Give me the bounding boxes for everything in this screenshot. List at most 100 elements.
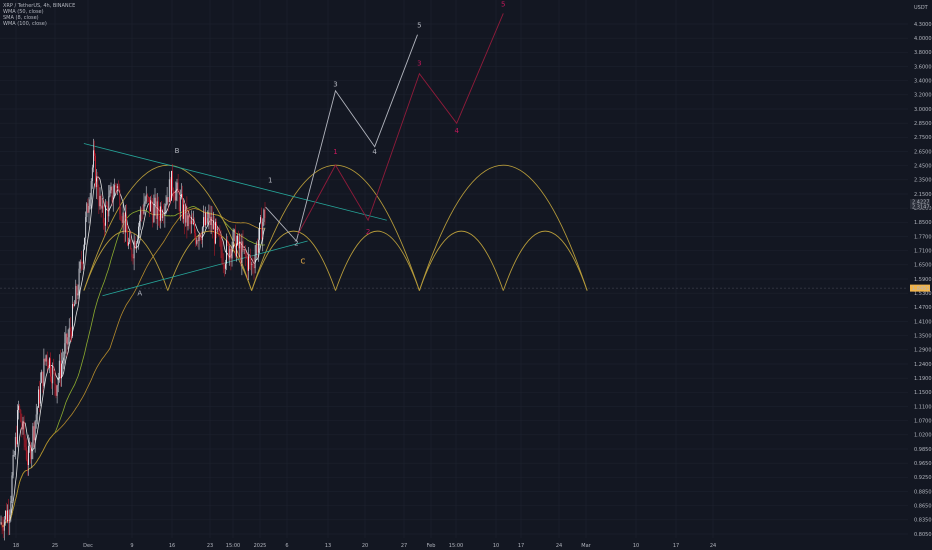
candle-body: [261, 217, 263, 240]
candle-body: [62, 360, 63, 364]
candle-body: [254, 255, 256, 269]
candles: [0, 138, 266, 541]
candle-body: [71, 331, 72, 337]
candle-body: [206, 213, 208, 224]
candle-body: [242, 241, 244, 250]
x-tick-label: 13: [325, 543, 331, 549]
candle-body: [3, 519, 5, 531]
candle-body: [55, 384, 57, 396]
candle-body: [251, 263, 253, 265]
candle-body: [166, 197, 168, 205]
candle-body: [244, 249, 246, 256]
candle-body: [54, 371, 56, 385]
candle-body: [16, 436, 17, 445]
y-tick-label: 2.4500: [914, 163, 932, 169]
candle-body: [256, 244, 258, 253]
grid: [0, 0, 908, 538]
candle-body: [193, 222, 194, 224]
cycle-arcs: [83, 164, 588, 291]
candle-body: [27, 459, 28, 466]
candle-body: [195, 233, 197, 244]
candle-body: [51, 376, 52, 384]
price-chart[interactable]: 1234512345BAC USDT4.30004.00003.80003.60…: [0, 0, 932, 550]
candle-body: [236, 243, 237, 257]
candle-body: [153, 203, 155, 223]
x-tick-label: 17: [673, 543, 679, 549]
candle-body: [35, 414, 37, 422]
candle-body: [101, 205, 103, 209]
candle-body: [34, 421, 36, 441]
candle-body: [97, 176, 99, 196]
candle-body: [12, 455, 14, 476]
candle-body: [142, 212, 144, 214]
candle-body: [21, 421, 23, 430]
y-tick-label: 3.8000: [914, 50, 932, 56]
candle-body: [126, 215, 127, 233]
candle-body: [39, 389, 40, 404]
chart-area[interactable]: 1234512345BAC USDT 4.3000 4.0000 3.8000 3.60…: [0, 0, 932, 550]
candle-body: [148, 197, 149, 198]
candle-body: [189, 218, 191, 225]
candle-body: [105, 205, 106, 226]
y-tick-label: 3.6000: [914, 64, 932, 70]
candle-body: [204, 217, 205, 226]
candle-body: [209, 213, 211, 226]
candle-body: [187, 215, 189, 227]
candle-body: [159, 215, 160, 221]
sma8-line: [0, 176, 266, 528]
candle-body: [171, 170, 172, 201]
x-tick-label: 10: [633, 543, 639, 549]
y-tick-label: 1.1900: [914, 376, 932, 382]
y-tick-label: 2.8500: [914, 121, 932, 127]
candle-body: [259, 222, 260, 240]
wave-label-white: 2: [294, 239, 298, 247]
candle-body: [258, 239, 259, 253]
candle-body: [64, 343, 66, 358]
y-tick-label: 4.3000: [914, 22, 932, 28]
candle-body: [221, 249, 223, 264]
x-tick-label: 18: [13, 543, 19, 549]
candle-body: [95, 155, 96, 187]
candle-body: [79, 261, 81, 269]
price-axis: USDT 4.3000 4.0000 3.8000 3.6000 3.4000 3.2000…: [910, 5, 932, 538]
candle-body: [73, 303, 74, 307]
candle-body: [198, 235, 200, 242]
candle-body: [10, 500, 12, 515]
candle-body: [22, 420, 24, 430]
candle-body: [154, 197, 156, 204]
candle-body: [67, 337, 69, 345]
candle-body: [250, 258, 252, 265]
x-tick-label: 27: [401, 543, 407, 549]
candle-body: [230, 248, 232, 259]
candle-body: [69, 327, 71, 332]
candle-body: [223, 264, 225, 269]
candle-body: [36, 407, 38, 415]
moving-averages: [0, 176, 266, 528]
wave-label-small: B: [175, 147, 180, 155]
candle-body: [170, 179, 171, 201]
candle-body: [104, 222, 105, 226]
candle-body: [152, 207, 154, 223]
candle-body: [237, 235, 238, 244]
wave-label-small: C: [300, 257, 305, 265]
candle-body: [175, 190, 177, 201]
candle-body: [164, 206, 166, 216]
candle-body: [88, 206, 90, 213]
candle-body: [106, 205, 107, 207]
x-tick-label: 15:00: [226, 543, 240, 549]
y-tick-label: 0.9850: [914, 447, 932, 453]
y-tick-label: 3.0000: [914, 107, 932, 113]
y-tick-label: 1.1100: [914, 404, 932, 410]
candle-body: [217, 229, 219, 230]
big-cycle-arc: [83, 164, 253, 291]
candle-body: [58, 360, 60, 378]
y-tick-label: 2.7500: [914, 135, 932, 141]
candle-body: [197, 240, 199, 242]
candle-body: [226, 240, 227, 264]
indicator-wma100[interactable]: WMA (100, close): [3, 21, 75, 27]
candle-body: [231, 246, 233, 259]
candle-body: [132, 257, 134, 259]
candle-body: [33, 426, 35, 441]
candle-body: [173, 190, 175, 197]
candle-body: [100, 195, 102, 209]
